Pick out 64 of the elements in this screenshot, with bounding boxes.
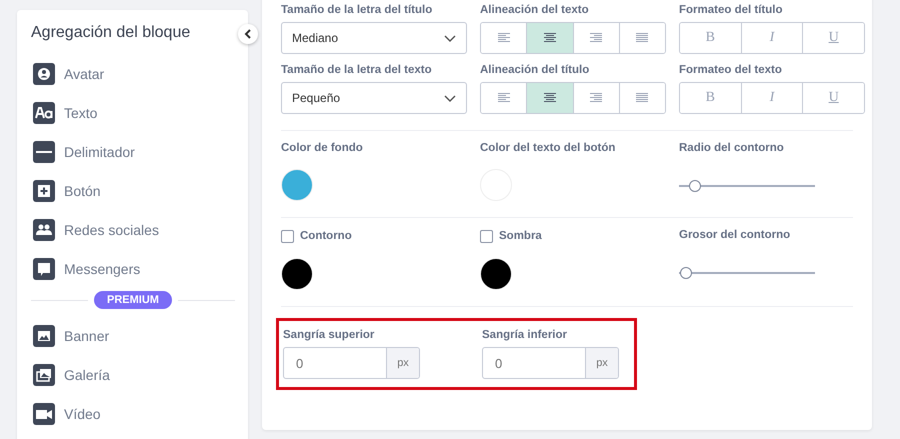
field-label: Formateo del texto (679, 64, 783, 76)
color-swatch[interactable] (281, 169, 313, 201)
chevron-down-icon (444, 34, 456, 42)
underline-button[interactable]: U (802, 83, 864, 113)
size-select[interactable]: Mediano (281, 22, 467, 54)
chat-icon (33, 258, 55, 280)
checkbox-label: Sombra (499, 230, 542, 242)
field-label: Sangría inferior (482, 329, 568, 341)
align-center-icon (544, 33, 556, 43)
slider-thumb[interactable] (689, 180, 702, 192)
checkbox-label: Contorno (300, 230, 352, 242)
align-center-button[interactable] (526, 23, 572, 53)
unit-label: px (585, 348, 618, 378)
align-center-icon (544, 93, 556, 103)
align-justify-icon (636, 93, 648, 103)
chevron-left-icon (244, 29, 252, 39)
align-left-icon (498, 93, 510, 103)
checkbox[interactable] (480, 230, 493, 242)
field-label: Color de fondo (281, 142, 364, 154)
field-label: Tamaño de la letra del título (281, 4, 434, 16)
text-icon (33, 102, 55, 124)
block-item[interactable]: Avatar (31, 63, 235, 85)
align-justify-button[interactable] (618, 83, 665, 113)
underline-button[interactable]: U (802, 23, 864, 53)
field-label: Sangría superior (283, 329, 376, 341)
block-item[interactable]: Messengers (31, 258, 235, 280)
block-item[interactable]: Vídeo (31, 403, 235, 425)
number-field[interactable]: 0 px (283, 347, 420, 379)
image-icon (33, 325, 55, 347)
color-swatch[interactable] (281, 258, 313, 290)
align-center-button[interactable] (526, 83, 572, 113)
field-label: Tamaño de la letra del texto (281, 64, 433, 76)
color-swatch[interactable] (480, 258, 512, 290)
chevron-down-icon (444, 94, 456, 102)
block-item[interactable]: Galería (31, 364, 235, 386)
field-label: Grosor del contorno (679, 229, 792, 241)
field-label: Radio del contorno (679, 142, 785, 154)
align-justify-icon (636, 33, 648, 43)
collapse-button[interactable] (238, 24, 258, 44)
block-item[interactable]: Botón (31, 180, 235, 202)
slider-thumb[interactable] (680, 267, 692, 279)
block-item[interactable]: Banner (31, 325, 235, 347)
sidebar-title: Agregación del bloque (31, 24, 192, 42)
camera-icon (33, 403, 55, 425)
plus-icon (33, 180, 55, 202)
field-label: Formateo del título (679, 4, 784, 16)
checkbox[interactable] (281, 230, 294, 242)
align-right-icon (590, 33, 602, 43)
align-right-icon (590, 93, 602, 103)
size-select[interactable]: Pequeño (281, 82, 467, 114)
block-item[interactable]: Redes sociales (31, 219, 235, 241)
gallery-icon (33, 364, 55, 386)
number-field[interactable]: 0 px (482, 347, 619, 379)
people-icon (33, 219, 55, 241)
premium-badge: PREMIUM (94, 291, 172, 309)
avatar-icon (33, 63, 55, 85)
block-item[interactable]: Delimitador (31, 141, 235, 163)
field-label: Color del texto del botón (480, 142, 616, 154)
field-label: Alineación del título (480, 64, 590, 76)
align-left-icon (498, 33, 510, 43)
block-item[interactable]: Texto (31, 102, 235, 124)
field-label: Alineación del texto (480, 4, 590, 16)
unit-label: px (386, 348, 419, 378)
align-justify-button[interactable] (618, 23, 665, 53)
